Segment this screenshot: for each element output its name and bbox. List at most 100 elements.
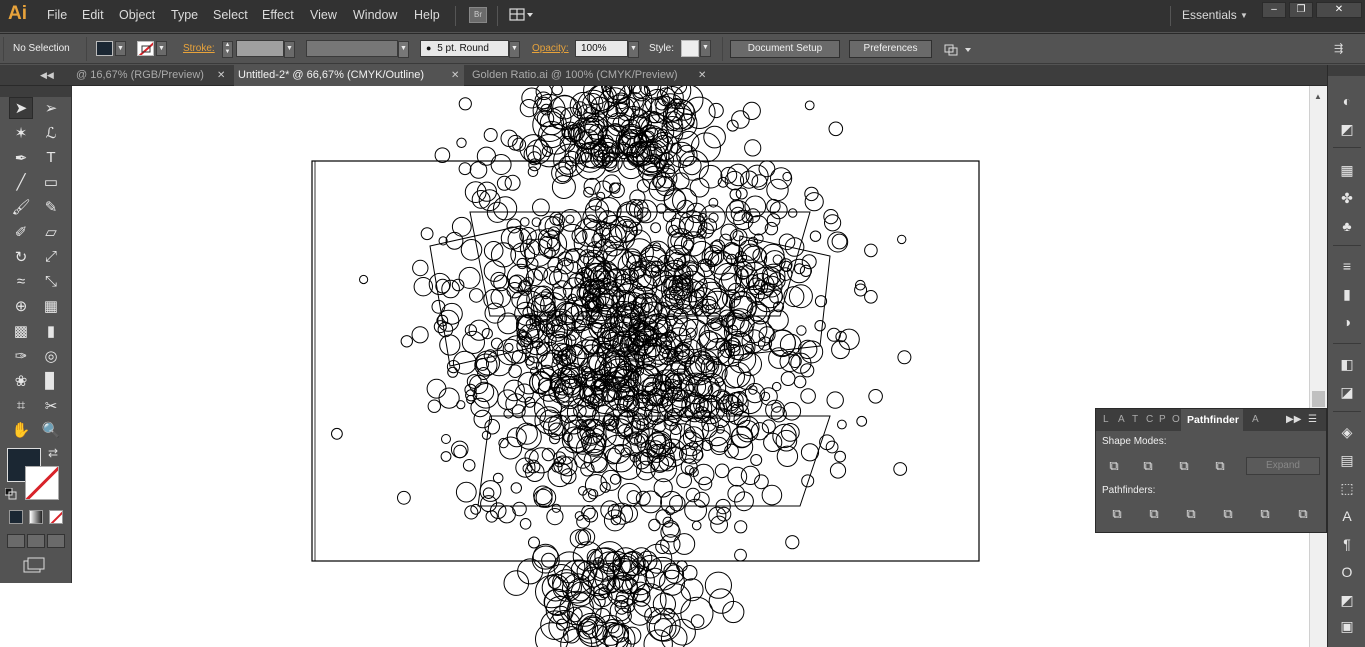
draw-inside-button[interactable]	[47, 534, 65, 548]
layers-icon[interactable]: ◈	[1338, 423, 1356, 441]
menu-edit[interactable]: Edit	[82, 8, 104, 22]
exclude-button[interactable]: ⧉	[1211, 458, 1229, 474]
direct-selection-tool[interactable]: ➢	[39, 97, 63, 119]
character-icon[interactable]: A	[1338, 507, 1356, 525]
width-tool[interactable]: ≈	[9, 271, 33, 293]
close-tab-icon[interactable]: ✕	[698, 65, 706, 86]
rectangle-tool[interactable]: ▭	[39, 171, 63, 193]
artboards-icon[interactable]: ▣	[1338, 617, 1356, 635]
dock-header[interactable]	[1328, 65, 1365, 76]
scroll-thumb[interactable]	[1312, 391, 1325, 407]
screen-mode-button[interactable]	[22, 556, 48, 574]
workspace-switcher[interactable]: Essentials	[1182, 8, 1237, 22]
line-segment-tool[interactable]: ╱	[9, 171, 33, 193]
tools-panel-header[interactable]	[0, 86, 71, 97]
column-graph-tool[interactable]: ▊	[39, 370, 63, 392]
outline-button[interactable]: ⧉	[1256, 506, 1274, 522]
minus-back-button[interactable]: ⧉	[1294, 506, 1312, 522]
preferences-button[interactable]: Preferences	[849, 40, 932, 58]
blend-tool[interactable]: ◎	[39, 345, 63, 367]
chevron-down-icon[interactable]: ▼	[1240, 11, 1248, 20]
panel-menu-icon[interactable]: ⇶	[1334, 42, 1343, 55]
document-setup-button[interactable]: Document Setup	[730, 40, 840, 58]
trim-button[interactable]: ⧉	[1145, 506, 1163, 522]
color-mode-button[interactable]	[9, 510, 23, 524]
zoom-tool[interactable]: 🔍	[39, 419, 63, 441]
eraser-tool[interactable]: ▱	[39, 221, 63, 243]
opacity-label[interactable]: Opacity:	[532, 43, 569, 54]
menu-file[interactable]: File	[47, 8, 67, 22]
eyedropper-tool[interactable]: ✑	[9, 345, 33, 367]
free-transform-tool[interactable]: ⤡	[39, 271, 63, 293]
hand-tool[interactable]: ✋	[9, 419, 33, 441]
pencil-tool[interactable]: ✎	[39, 196, 63, 218]
menu-effect[interactable]: Effect	[262, 8, 294, 22]
tab-opentype-collapsed[interactable]: O	[1172, 409, 1180, 431]
profile-dropdown-arrow[interactable]: ▼	[398, 41, 409, 58]
divide-button[interactable]: ⧉	[1108, 506, 1126, 522]
brush-dropdown-arrow[interactable]: ▼	[509, 41, 520, 58]
arrange-objects-button[interactable]	[944, 42, 972, 58]
tab-document-1[interactable]: @ 16,67% (RGB/Preview)	[72, 65, 231, 86]
opacity-dropdown-arrow[interactable]: ▼	[628, 41, 639, 58]
appearance-icon[interactable]: ◧	[1338, 355, 1356, 373]
stroke-dropdown-arrow[interactable]: ▼	[156, 41, 167, 56]
stroke-weight-stepper[interactable]: ▲ ▼	[222, 41, 233, 58]
gradient-tool[interactable]: ▮	[39, 320, 63, 342]
scale-tool[interactable]: ⤢	[39, 246, 63, 268]
magic-wand-tool[interactable]: ✶	[9, 122, 33, 144]
opacity-input[interactable]: 100%	[575, 40, 628, 57]
expand-panel-icon[interactable]: ▶▶	[1286, 409, 1301, 431]
tab-document-3[interactable]: Golden Ratio.ai @ 100% (CMYK/Preview)	[468, 65, 711, 86]
merge-button[interactable]: ⧉	[1182, 506, 1200, 522]
artboard-tool[interactable]: ⌗	[9, 395, 33, 417]
symbol-sprayer-tool[interactable]: ❀	[9, 370, 33, 392]
tab-paragraph-collapsed[interactable]: P	[1159, 409, 1166, 431]
fill-dropdown-arrow[interactable]: ▼	[115, 41, 126, 56]
rotate-tool[interactable]: ↻	[9, 246, 33, 268]
unite-button[interactable]: ⧉	[1105, 458, 1123, 474]
color-icon[interactable]: ◩	[1338, 120, 1356, 138]
menu-type[interactable]: Type	[171, 8, 198, 22]
stroke-swatch[interactable]	[25, 466, 59, 500]
fill-color-swatch[interactable]	[96, 41, 113, 56]
tab-character-collapsed[interactable]: C	[1146, 409, 1153, 431]
tab-align-collapsed[interactable]: A	[1118, 409, 1125, 431]
draw-behind-button[interactable]	[27, 534, 45, 548]
stroke-weight-input[interactable]	[236, 40, 284, 57]
variable-width-profile[interactable]	[306, 40, 398, 57]
arrange-documents-button[interactable]	[509, 7, 535, 23]
style-dropdown-arrow[interactable]: ▼	[700, 40, 711, 57]
panel-menu-icon[interactable]: ☰	[1308, 409, 1317, 431]
paragraph-icon[interactable]: ¶	[1338, 535, 1356, 553]
swap-fill-stroke-icon[interactable]: ⇄	[48, 446, 58, 460]
graphic-style-swatch[interactable]	[681, 40, 699, 57]
tab-appearance-collapsed[interactable]: A	[1252, 409, 1259, 431]
draw-normal-button[interactable]	[7, 534, 25, 548]
none-mode-button[interactable]	[49, 510, 63, 524]
transform-icon[interactable]: ⬚	[1338, 479, 1356, 497]
minus-front-button[interactable]: ⧉	[1139, 458, 1157, 474]
menu-window[interactable]: Window	[353, 8, 397, 22]
close-tab-icon[interactable]: ✕	[217, 65, 225, 86]
lasso-tool[interactable]: ℒ	[39, 122, 63, 144]
color-guide-icon[interactable]: ◐	[1338, 92, 1356, 110]
tab-layers-collapsed[interactable]: L	[1103, 409, 1109, 431]
pathfinder-icon[interactable]: ◩	[1338, 591, 1356, 609]
menu-help[interactable]: Help	[414, 8, 440, 22]
menu-object[interactable]: Object	[119, 8, 155, 22]
menu-view[interactable]: View	[310, 8, 337, 22]
collapse-panels-icon[interactable]: ◀◀	[40, 65, 54, 86]
expand-button[interactable]: Expand	[1246, 457, 1320, 475]
gradient-icon[interactable]: ▮	[1338, 285, 1356, 303]
menu-select[interactable]: Select	[213, 8, 248, 22]
close-window-button[interactable]: ✕	[1316, 2, 1362, 18]
stroke-icon[interactable]: ≡	[1338, 257, 1356, 275]
vertical-scrollbar[interactable]: ▲	[1309, 86, 1327, 647]
perspective-grid-tool[interactable]: ▦	[39, 295, 63, 317]
symbols-icon[interactable]: ♣	[1338, 217, 1356, 235]
gradient-mode-button[interactable]	[29, 510, 43, 524]
pen-tool[interactable]: ✒	[9, 147, 33, 169]
type-tool[interactable]: T	[39, 147, 63, 169]
align-icon[interactable]: ▤	[1338, 451, 1356, 469]
